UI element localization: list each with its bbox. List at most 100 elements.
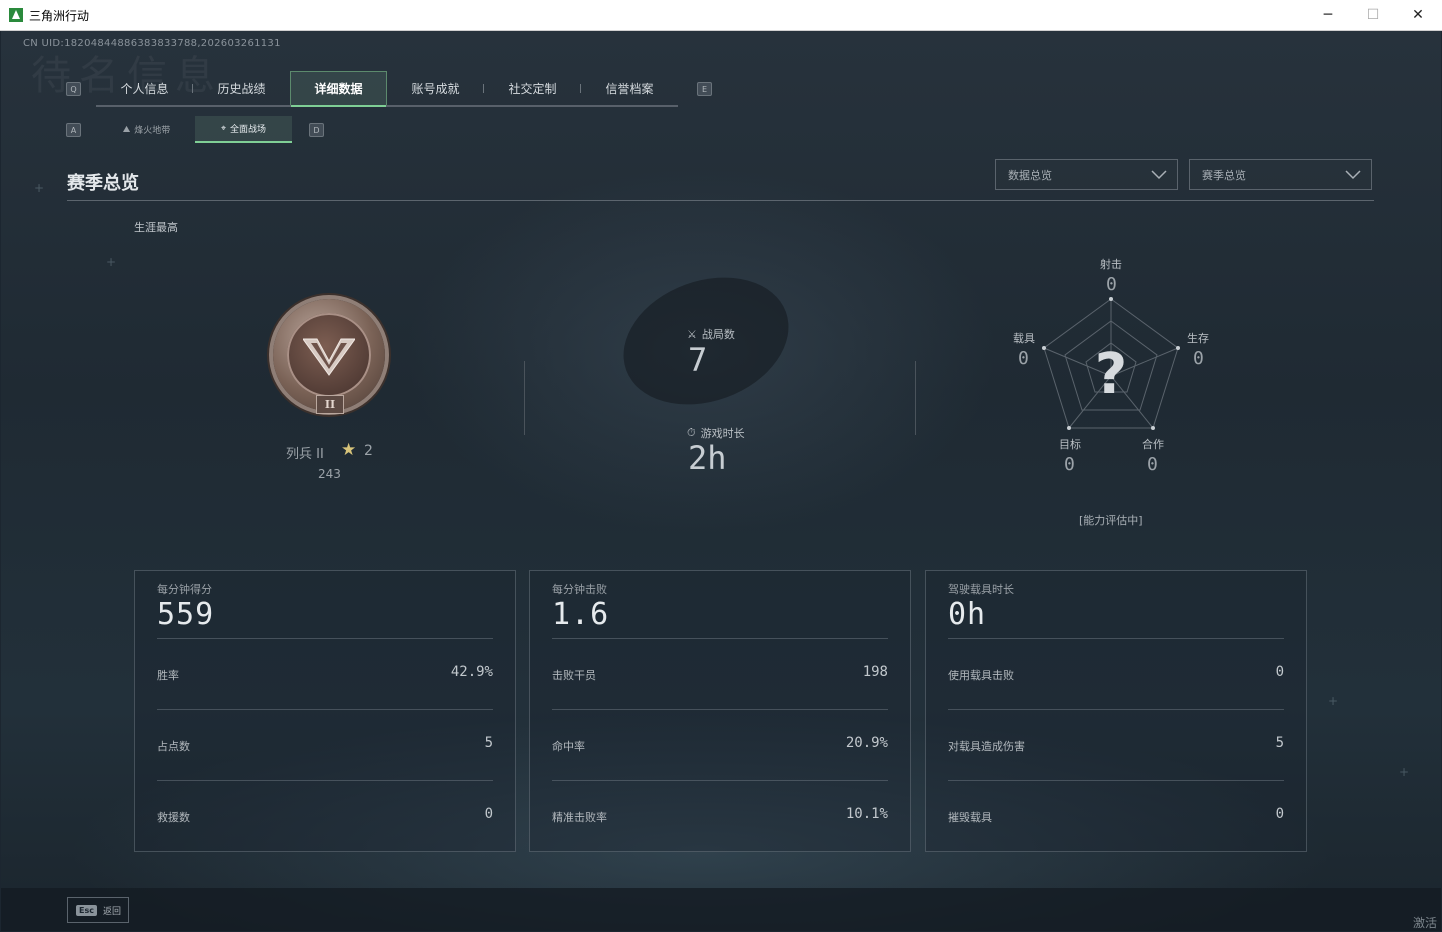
stat-card-score: 每分钟得分 559 胜率 42.9% 占点数 5 救援数 0: [134, 570, 516, 852]
stopwatch-icon: ⏱: [687, 426, 696, 439]
radar-axis-objective: 目标: [1059, 438, 1081, 451]
key-hint-q[interactable]: Q: [66, 82, 81, 96]
key-hint-e[interactable]: E: [697, 82, 712, 96]
tab-achievements[interactable]: 账号成就: [387, 71, 484, 105]
uid-text: CN UID:18204844886383833788,202603261131: [23, 38, 281, 49]
row-value: 198: [862, 664, 888, 680]
radar-axis-survival: 生存: [1187, 332, 1209, 345]
radar-axis-vehicle: 载具: [1013, 332, 1035, 345]
tab-label: 详细数据: [314, 82, 363, 96]
subtab-label: 全面战场: [230, 125, 267, 135]
matches-label-text: 战局数: [701, 328, 735, 341]
card-row: 占点数 5: [157, 709, 493, 781]
card-row: 击败干员 198: [552, 638, 888, 710]
row-value: 10.1%: [845, 806, 888, 822]
decor-cross: +: [106, 255, 117, 269]
game-viewport: 待名信息 CN UID:18204844886383833788,2026032…: [1, 31, 1441, 931]
chevron-down-icon: [1151, 169, 1167, 179]
chevron-rank-icon: [303, 338, 355, 376]
card-head-value: 559: [157, 597, 215, 632]
card-row: 精准击败率 10.1%: [552, 780, 888, 852]
card-row: 胜率 42.9%: [157, 638, 493, 710]
corner-text: 激活: [1412, 916, 1437, 930]
mountain-icon: ⛰: [122, 124, 131, 135]
row-value: 0: [1275, 664, 1284, 680]
row-label: 救援数: [157, 811, 190, 824]
row-label: 使用载具击败: [948, 669, 1014, 682]
radar-value-shooting: 0: [1106, 274, 1117, 295]
star-icon: ★: [341, 440, 357, 460]
radar-value-objective: 0: [1064, 454, 1075, 475]
minimize-button[interactable]: ─: [1305, 0, 1351, 30]
crosshair-icon: ⌖: [220, 123, 227, 134]
decor-cross: +: [34, 181, 45, 195]
tab-history[interactable]: 历史战绩: [193, 71, 290, 105]
tab-label: 社交定制: [508, 81, 557, 96]
section-title: 赛季总览: [67, 173, 139, 194]
row-value: 42.9%: [450, 664, 493, 680]
row-value: 5: [1275, 735, 1284, 751]
mode-subtabs: ⛰ 烽火地带 ⌖ 全面战场: [98, 116, 292, 143]
radar-value-survival: 0: [1193, 348, 1204, 369]
row-label: 胜率: [157, 669, 179, 682]
card-row: 使用载具击败 0: [948, 638, 1284, 710]
tab-label: 个人信息: [120, 81, 169, 96]
data-overview-dropdown[interactable]: 数据总览: [995, 159, 1178, 190]
radar-value-vehicle: 0: [1018, 348, 1029, 369]
dropdown-value: 数据总览: [1008, 168, 1052, 182]
matches-value: 7: [688, 341, 708, 379]
row-value: 0: [484, 806, 493, 822]
card-head-value: 1.6: [552, 597, 610, 632]
tab-social[interactable]: 社交定制: [484, 71, 581, 105]
radar-status: [能力评估中]: [1079, 514, 1143, 527]
key-hint-d[interactable]: D: [309, 123, 324, 137]
window-title: 三角洲行动: [29, 8, 90, 23]
decor-cross: +: [1399, 765, 1410, 779]
matches-label: ⚔ 战局数: [687, 326, 735, 342]
tab-reputation[interactable]: 信誉档案: [581, 71, 678, 105]
row-label: 对载具造成伤害: [948, 740, 1025, 753]
footer-bar: [1, 888, 1441, 931]
maximize-button[interactable]: ☐: [1350, 0, 1396, 30]
window-titlebar: 三角洲行动 ─ ☐ ✕: [0, 0, 1442, 31]
subtab-hazard-zone[interactable]: ⛰ 烽火地带: [98, 116, 195, 143]
subtab-full-battlefield[interactable]: ⌖ 全面战场: [195, 116, 292, 143]
season-dropdown[interactable]: 赛季总览: [1189, 159, 1372, 190]
main-tabs: 个人信息 历史战绩 详细数据 账号成就 社交定制 信誉档案: [96, 71, 678, 107]
card-row: 对载具造成伤害 5: [948, 709, 1284, 781]
rank-stars: 2: [364, 443, 373, 459]
card-head-label: 驾驶载具时长: [948, 583, 1014, 596]
tab-label: 历史战绩: [217, 81, 266, 96]
card-head-label: 每分钟击败: [552, 583, 607, 596]
tab-personal-info[interactable]: 个人信息: [96, 71, 193, 105]
card-row: 命中率 20.9%: [552, 709, 888, 781]
radar-score-glyph: ?: [1095, 342, 1127, 407]
row-label: 摧毁载具: [948, 811, 992, 824]
tab-label: 信誉档案: [605, 81, 654, 96]
row-label: 占点数: [157, 740, 190, 753]
back-button[interactable]: Esc 返回: [67, 897, 129, 923]
dropdown-value: 赛季总览: [1202, 168, 1246, 182]
radar-axis-shooting: 射击: [1100, 258, 1122, 271]
app-logo-icon: [9, 8, 23, 22]
tab-detailed-data[interactable]: 详细数据: [290, 71, 387, 107]
card-head-value: 0h: [948, 597, 987, 632]
tab-label: 账号成就: [411, 81, 460, 96]
section-divider: [67, 200, 1374, 201]
rank-name: 列兵 II: [286, 447, 324, 462]
decor-cross: +: [1328, 694, 1339, 708]
rank-roman-numeral: II: [316, 395, 344, 414]
rank-points: 243: [318, 467, 341, 481]
card-row: 救援数 0: [157, 780, 493, 852]
vertical-divider: [524, 361, 525, 435]
row-label: 命中率: [552, 740, 585, 753]
rank-badge: II: [273, 299, 385, 414]
key-hint-a[interactable]: A: [66, 123, 81, 137]
esc-key: Esc: [76, 904, 97, 916]
radar-value-cooperation: 0: [1147, 454, 1158, 475]
card-row: 摧毁载具 0: [948, 780, 1284, 852]
crossed-swords-icon: ⚔: [687, 327, 697, 341]
row-label: 精准击败率: [552, 811, 607, 824]
row-label: 击败干员: [552, 669, 596, 682]
close-button[interactable]: ✕: [1395, 0, 1441, 30]
